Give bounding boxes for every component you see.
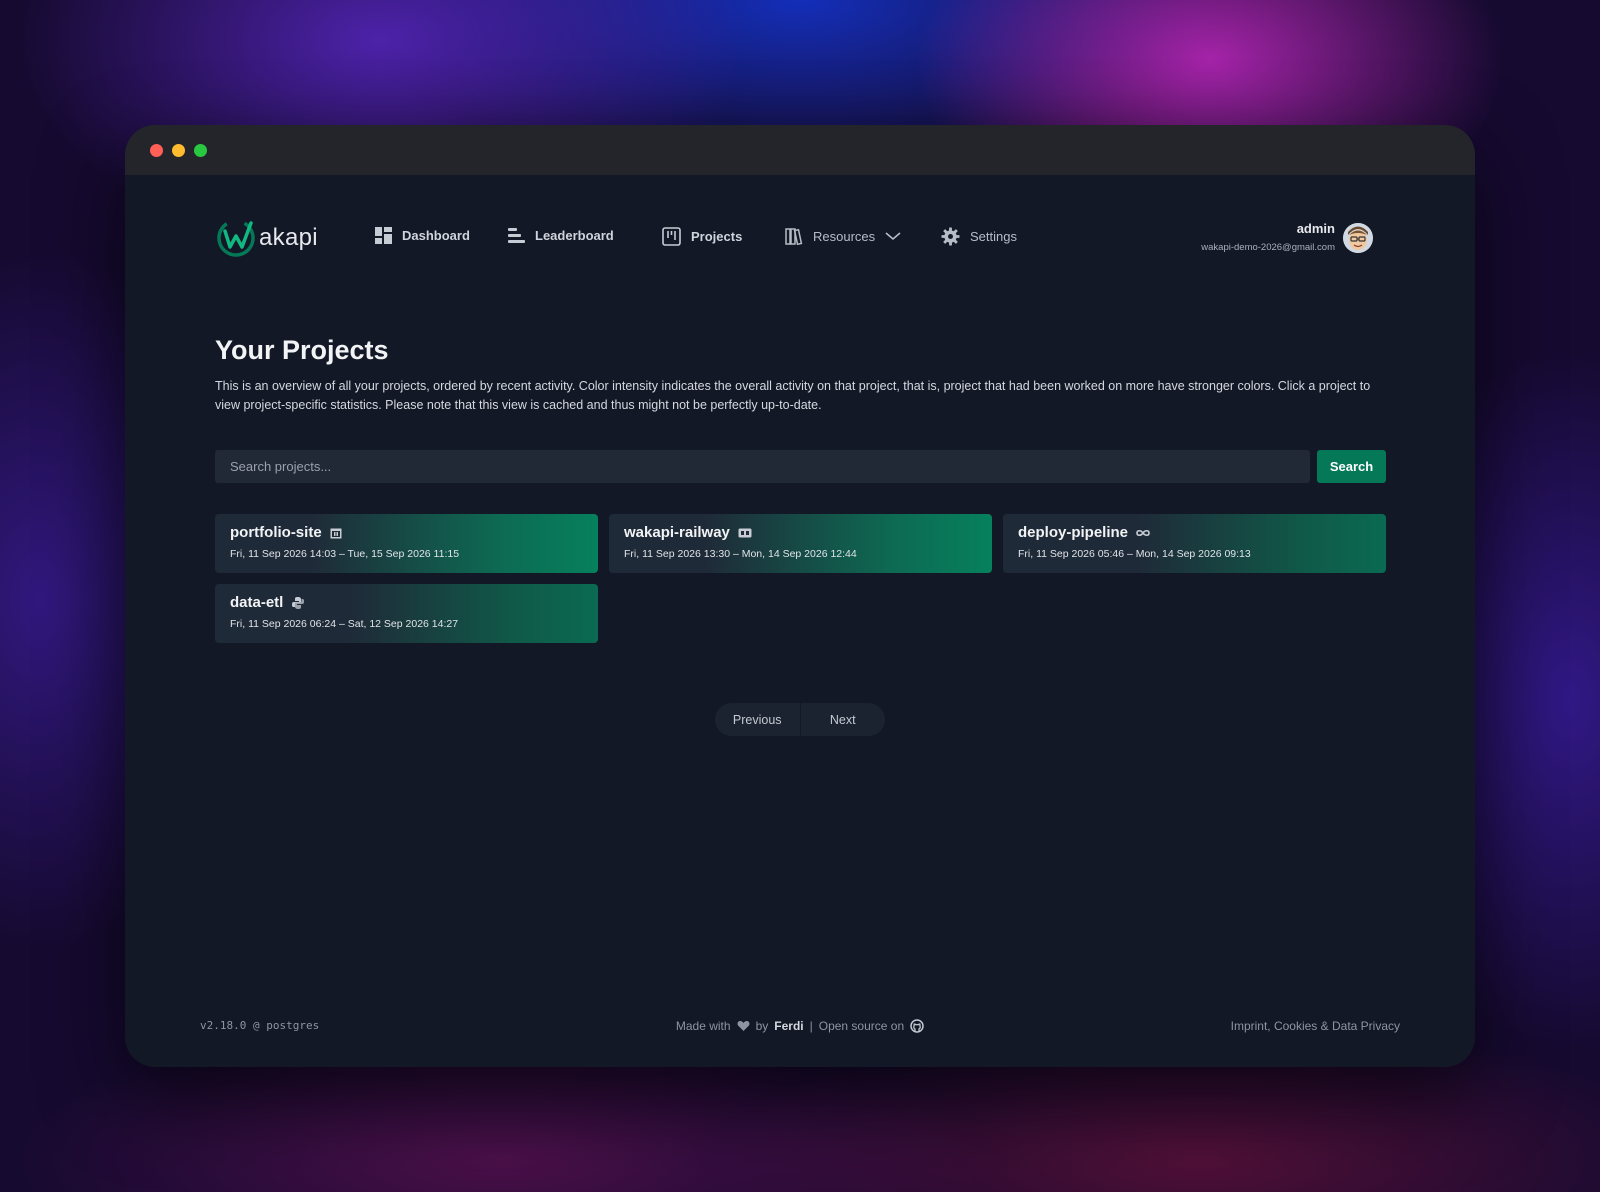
project-card-deploy-pipeline[interactable]: deploy-pipeline Fri, 11 Sep 2026 05:46 –… bbox=[1003, 514, 1386, 573]
app-window: akapi Dashboard Leaderboard Projects Res… bbox=[125, 125, 1475, 1067]
project-name: portfolio-site bbox=[230, 524, 322, 541]
project-card-header: portfolio-site bbox=[230, 524, 583, 541]
minimize-window-button[interactable] bbox=[172, 143, 185, 157]
project-name: deploy-pipeline bbox=[1018, 524, 1129, 541]
project-name: wakapi-railway bbox=[624, 524, 730, 541]
wakapi-logo-icon bbox=[217, 219, 255, 257]
page-title: Your Projects bbox=[215, 335, 389, 365]
wakapi-logo[interactable]: akapi bbox=[215, 217, 318, 259]
nav-leaderboard-label: Leaderboard bbox=[535, 228, 614, 243]
terminal-icon bbox=[738, 528, 752, 537]
projects-icon bbox=[662, 227, 681, 246]
nav-dashboard-label: Dashboard bbox=[402, 228, 470, 243]
footer-separator: | bbox=[809, 1019, 813, 1033]
python-icon bbox=[292, 596, 305, 609]
maximize-window-button[interactable] bbox=[194, 143, 207, 157]
nav-leaderboard[interactable]: Leaderboard bbox=[508, 227, 614, 244]
chevron-down-icon bbox=[885, 232, 901, 241]
user-name: admin bbox=[1296, 221, 1335, 236]
logo-text: akapi bbox=[259, 224, 318, 251]
project-date-range: Fri, 11 Sep 2026 14:03 – Tue, 15 Sep 202… bbox=[230, 548, 460, 560]
nav-resources-label: Resources bbox=[813, 228, 876, 244]
project-card-header: data-etl bbox=[230, 594, 583, 611]
project-name: data-etl bbox=[230, 594, 284, 611]
avatar[interactable] bbox=[1343, 223, 1373, 253]
user-info[interactable]: admin wakapi-demo-2026@gmail.com bbox=[1201, 221, 1335, 253]
avatar-face-icon bbox=[1343, 223, 1373, 253]
imprint-link[interactable]: Imprint, Cookies & Data Privacy bbox=[1231, 1019, 1400, 1033]
open-source-label[interactable]: Open source on bbox=[819, 1019, 904, 1033]
gear-icon bbox=[941, 227, 960, 246]
window-titlebar bbox=[125, 125, 1475, 175]
previous-page-button[interactable]: Previous bbox=[715, 703, 800, 736]
heart-icon bbox=[737, 1021, 750, 1031]
page-description: This is an overview of all your projects… bbox=[215, 379, 1371, 412]
project-date-range: Fri, 11 Sep 2026 06:24 – Sat, 12 Sep 202… bbox=[230, 618, 459, 630]
close-window-button[interactable] bbox=[150, 143, 163, 157]
leaderboard-icon bbox=[508, 228, 525, 243]
nav-projects[interactable]: Projects bbox=[662, 227, 742, 246]
made-with-label: Made with bbox=[675, 1019, 731, 1033]
nav-projects-label: Projects bbox=[691, 229, 743, 244]
dashboard-icon bbox=[375, 227, 392, 244]
nav-resources[interactable]: Resources bbox=[785, 227, 901, 245]
nav-dashboard[interactable]: Dashboard bbox=[375, 227, 470, 244]
nav-settings[interactable]: Settings bbox=[941, 227, 1017, 246]
project-card-portfolio-site[interactable]: portfolio-site Fri, 11 Sep 2026 14:03 – … bbox=[215, 514, 598, 573]
project-card-wakapi-railway[interactable]: wakapi-railway Fri, 11 Sep 2026 13:30 – … bbox=[609, 514, 992, 573]
search-input[interactable] bbox=[215, 450, 1310, 483]
infinity-icon bbox=[1136, 529, 1150, 536]
project-card-header: wakapi-railway bbox=[624, 524, 977, 541]
user-email: wakapi-demo-2026@gmail.com bbox=[1201, 242, 1335, 253]
project-card-data-etl[interactable]: data-etl Fri, 11 Sep 2026 06:24 – Sat, 1… bbox=[215, 584, 598, 643]
top-navigation: akapi Dashboard Leaderboard Projects Res… bbox=[125, 175, 1475, 295]
project-date-range: Fri, 11 Sep 2026 05:46 – Mon, 14 Sep 202… bbox=[1018, 548, 1251, 560]
pagination: Previous Next bbox=[715, 703, 885, 736]
books-icon bbox=[785, 228, 803, 245]
project-card-header: deploy-pipeline bbox=[1018, 524, 1371, 541]
calendar-icon bbox=[330, 528, 342, 538]
search-button[interactable]: Search bbox=[1317, 450, 1386, 483]
author-link[interactable]: Ferdi bbox=[774, 1019, 803, 1033]
nav-settings-label: Settings bbox=[970, 229, 1017, 244]
next-page-button[interactable]: Next bbox=[799, 703, 885, 736]
github-icon[interactable] bbox=[910, 1019, 924, 1033]
by-label: by bbox=[755, 1019, 769, 1033]
project-date-range: Fri, 11 Sep 2026 13:30 – Mon, 14 Sep 202… bbox=[624, 548, 857, 560]
